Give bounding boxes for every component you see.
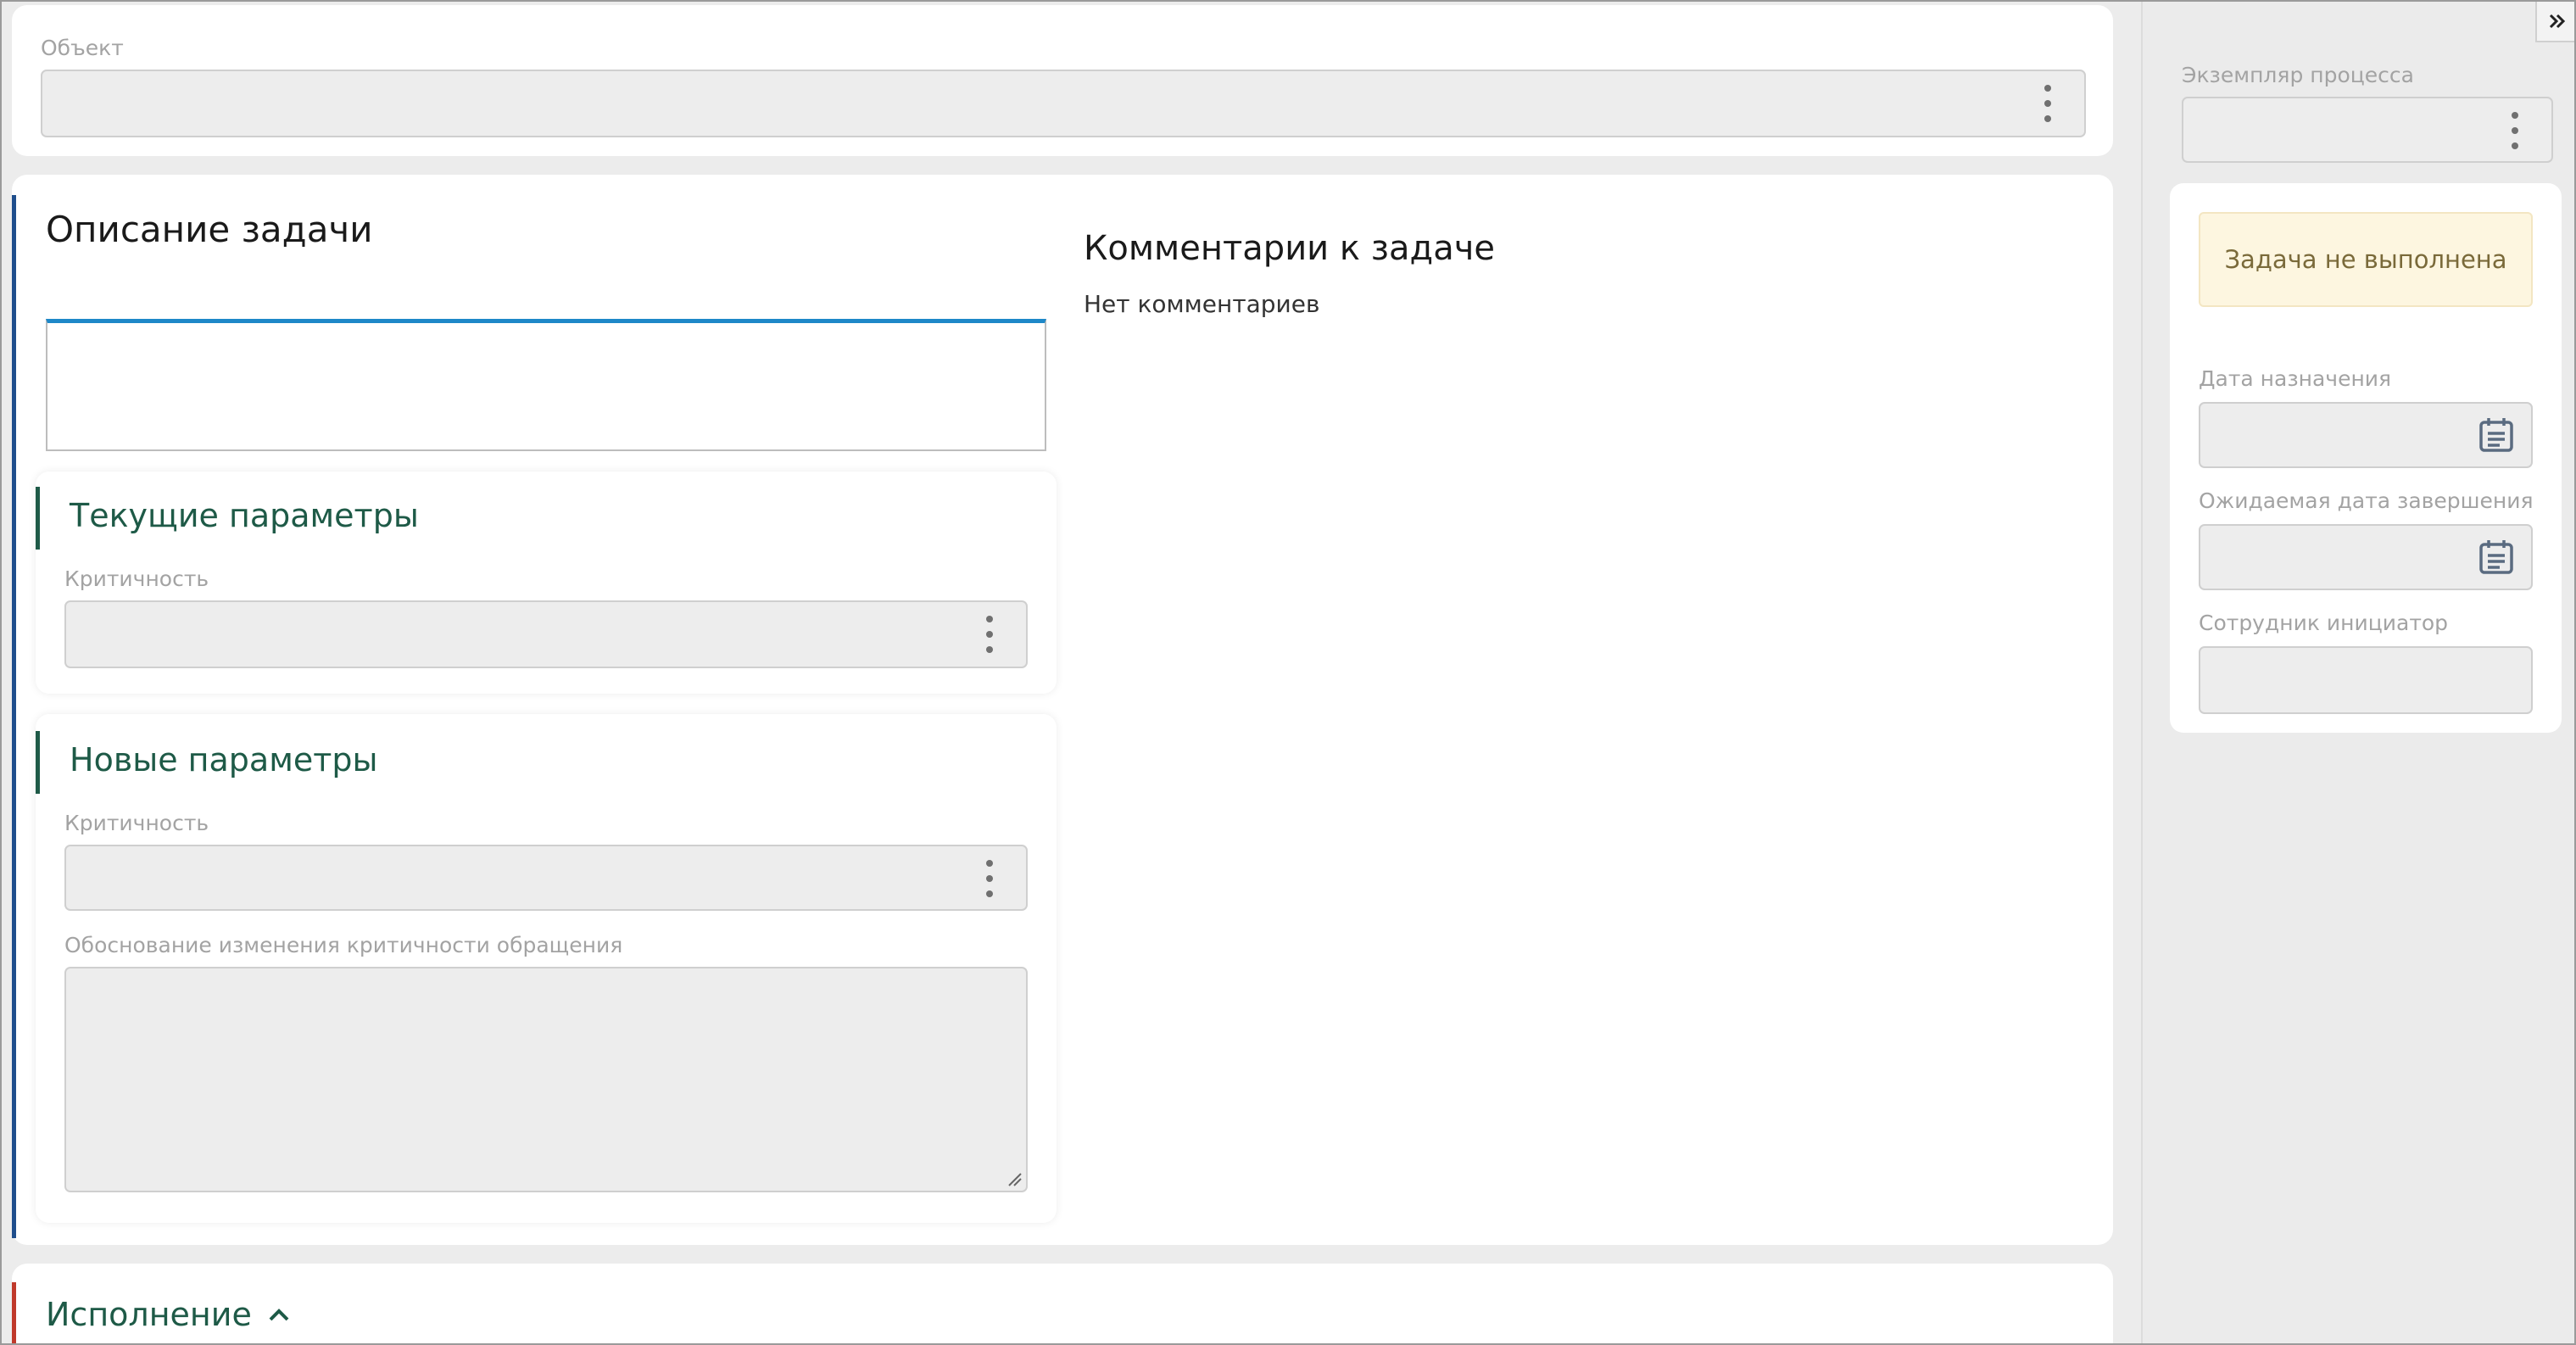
new-criticality-more-icon[interactable] <box>985 860 994 897</box>
object-more-icon[interactable] <box>2044 85 2052 122</box>
app-frame: Объект Описание задачи Комментарии к зад… <box>0 0 2576 1345</box>
initiator-field[interactable] <box>2199 646 2533 714</box>
process-instance-field[interactable] <box>2182 97 2553 163</box>
execution-title: Исполнение <box>46 1296 252 1333</box>
justification-label: Обоснование изменения критичности обраще… <box>64 933 623 957</box>
object-card: Объект <box>12 5 2113 156</box>
current-criticality-label: Критичность <box>64 566 209 591</box>
calendar-icon[interactable] <box>2477 416 2516 455</box>
new-params-card: Новые параметры Критичность Обоснование … <box>36 714 1057 1223</box>
execution-accent-bar <box>12 1282 16 1343</box>
execution-toggle[interactable]: Исполнение <box>46 1296 291 1333</box>
task-description-editor[interactable] <box>46 319 1046 451</box>
object-label: Объект <box>41 36 124 60</box>
current-criticality-field[interactable] <box>64 600 1028 668</box>
task-card-accent-bar <box>12 195 16 1238</box>
task-status-badge: Задача не выполнена <box>2199 212 2533 307</box>
comments-title: Комментарии к задаче <box>1084 229 1495 268</box>
calendar-icon[interactable] <box>2477 538 2516 577</box>
current-params-title: Текущие параметры <box>70 497 419 534</box>
new-criticality-label: Критичность <box>64 811 209 835</box>
task-status-text: Задача не выполнена <box>2224 245 2507 274</box>
new-criticality-field[interactable] <box>64 845 1028 911</box>
object-field[interactable] <box>41 70 2086 137</box>
task-description-title: Описание задачи <box>46 209 373 250</box>
double-chevron-right-icon <box>2549 14 2566 29</box>
new-params-accent-bar <box>36 731 40 794</box>
resize-handle-icon[interactable] <box>1007 1172 1023 1187</box>
assign-date-label: Дата назначения <box>2199 366 2392 391</box>
collapse-sidebar-button[interactable] <box>2535 2 2574 42</box>
justification-textarea[interactable] <box>64 967 1028 1192</box>
chevron-up-icon[interactable] <box>267 1306 291 1323</box>
execution-card: Исполнение <box>12 1264 2113 1343</box>
current-params-card: Текущие параметры Критичность <box>36 472 1057 694</box>
comments-empty-text: Нет комментариев <box>1084 290 1320 318</box>
task-info-card: Задача не выполнена Дата назначения Ожид… <box>2170 183 2562 733</box>
new-params-title: Новые параметры <box>70 741 378 779</box>
current-criticality-more-icon[interactable] <box>985 616 994 653</box>
current-params-accent-bar <box>36 487 40 550</box>
right-sidebar: Экземпляр процесса Задача не выполнена Д… <box>2141 2 2574 1343</box>
process-instance-more-icon[interactable] <box>2511 112 2519 149</box>
process-instance-label: Экземпляр процесса <box>2182 63 2414 87</box>
assign-date-field[interactable] <box>2199 402 2533 468</box>
initiator-label: Сотрудник инициатор <box>2199 611 2449 635</box>
expected-end-field[interactable] <box>2199 524 2533 590</box>
task-card: Описание задачи Комментарии к задаче Нет… <box>12 175 2113 1245</box>
expected-end-label: Ожидаемая дата завершения <box>2199 488 2534 513</box>
